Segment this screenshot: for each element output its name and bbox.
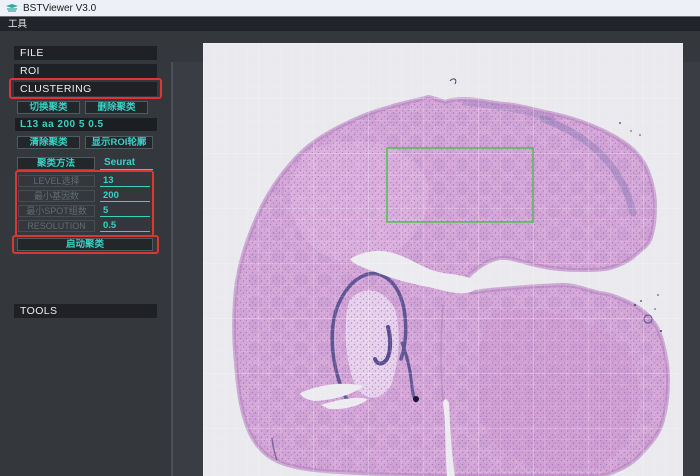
window-title: BSTViewer V3.0 xyxy=(23,3,96,14)
section-roi[interactable]: ROI xyxy=(14,64,157,78)
cluster-method-dropdown[interactable]: Seurat xyxy=(100,157,153,170)
switch-cluster-button[interactable]: 切换聚类 xyxy=(17,101,80,114)
bstviewer-window: BSTViewer V3.0 工具 FILE ROI CLUSTERING TO… xyxy=(0,0,700,476)
clear-cluster-button[interactable]: 清除聚类 xyxy=(17,136,80,149)
show-roi-outline-button[interactable]: 显示ROI轮廓 xyxy=(85,136,153,149)
min-spot-input[interactable]: 5 xyxy=(100,205,150,217)
min-genes-input[interactable]: 200 xyxy=(100,190,150,202)
title-bar: BSTViewer V3.0 xyxy=(0,0,700,16)
histology-slide[interactable] xyxy=(203,43,683,476)
menu-bar: 工具 xyxy=(0,16,700,31)
level-select-input[interactable]: 13 xyxy=(100,175,150,187)
min-spot-label: 最小SPOT组数 xyxy=(18,205,95,217)
section-clustering[interactable]: CLUSTERING xyxy=(14,82,157,96)
resolution-input[interactable]: 0.5 xyxy=(100,220,150,232)
cluster-preset-combobox[interactable]: L13 aa 200 5 0.5 xyxy=(15,118,157,131)
menu-tools[interactable]: 工具 xyxy=(8,18,27,32)
level-select-label: LEVEL选择 xyxy=(18,175,95,187)
resolution-label: RESOLUTION xyxy=(18,220,95,232)
start-cluster-button[interactable]: 启动聚类 xyxy=(17,238,153,251)
section-file[interactable]: FILE xyxy=(14,46,157,60)
section-tools[interactable]: TOOLS xyxy=(14,304,157,318)
cluster-method-label: 聚类方法 xyxy=(17,157,95,170)
brain-tissue-image xyxy=(203,43,683,476)
app-icon xyxy=(6,3,19,13)
min-genes-label: 最小基因数 xyxy=(18,190,95,202)
delete-cluster-button[interactable]: 删除聚类 xyxy=(85,101,148,114)
